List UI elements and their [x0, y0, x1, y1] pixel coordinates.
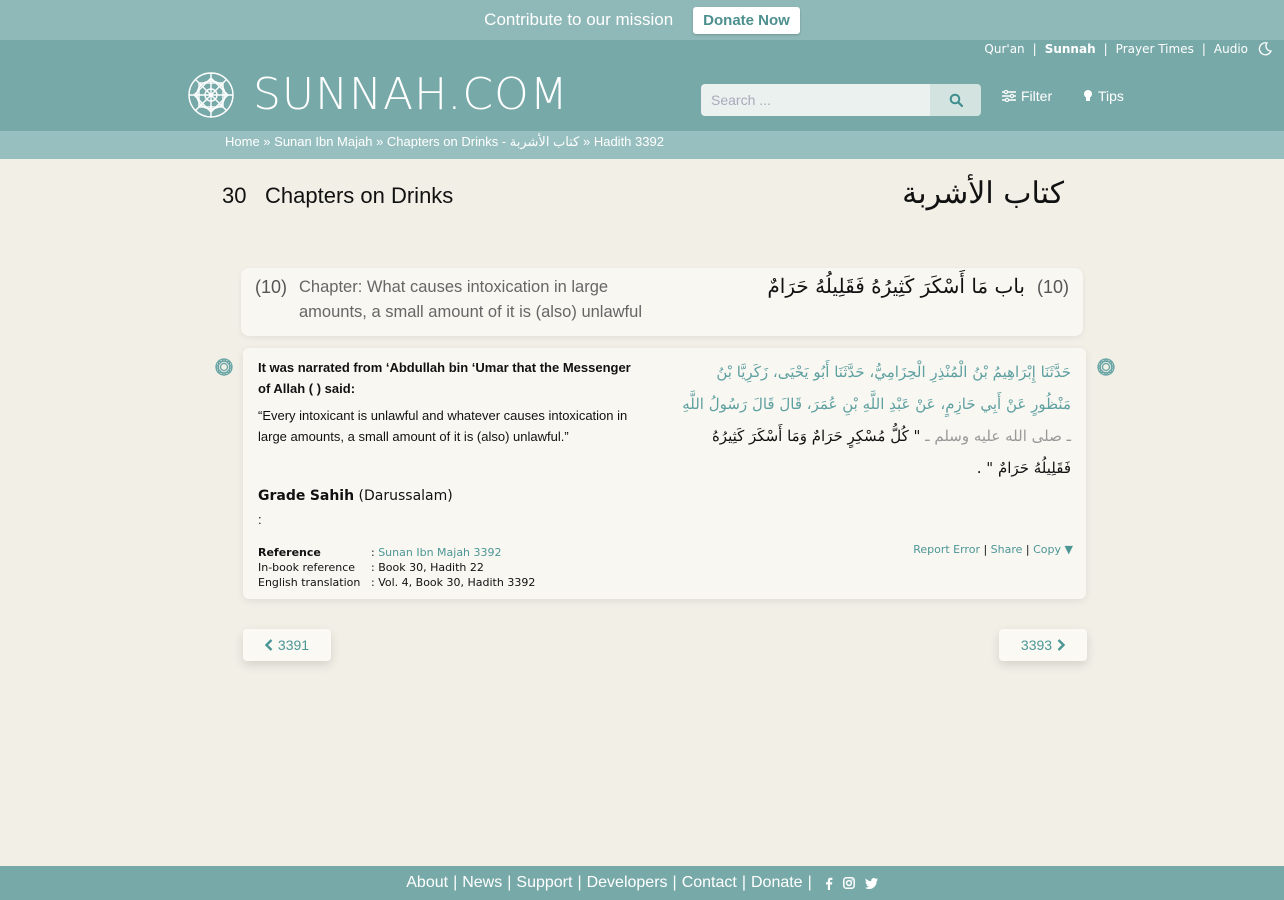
breadcrumb-bar: Home » Sunan Ibn Majah » Chapters on Dri… [0, 131, 1284, 159]
arabic-chain: حَدَّثَنَا إِبْرَاهِيمُ بْنُ الْمُنْذِرِ… [682, 363, 1071, 413]
logo-text: SUNNAH.COM [253, 69, 569, 120]
hadith-card: It was narrated from ‘Abdullah bin ‘Umar… [243, 348, 1086, 599]
footer-donate-link[interactable]: Donate [751, 874, 803, 892]
search-bar [701, 84, 981, 116]
nav-audio-link[interactable]: Audio [1214, 42, 1248, 56]
donate-banner: Contribute to our mission Donate Now [0, 0, 1284, 40]
inbook-reference-label: In-book reference [258, 561, 356, 574]
chapter-number-arabic: (10) [1036, 277, 1069, 297]
previous-hadith-number: 3391 [277, 637, 310, 653]
grade-label: Grade [258, 488, 306, 504]
filter-button[interactable]: Filter [1002, 88, 1052, 104]
breadcrumb-book[interactable]: Chapters on Drinks - كتاب الأشربة [387, 134, 579, 149]
grade-source: (Darussalam) [358, 488, 453, 504]
moon-icon[interactable] [1258, 42, 1272, 56]
hadith-actions: Report Error | Share | Copy ▼ [913, 543, 1073, 556]
english-translation-label: English translation [258, 576, 361, 589]
chapter-card: (10) Chapter: What causes intoxication i… [241, 268, 1083, 336]
site-footer: About | News | Support | Developers | Contac… [0, 866, 1284, 900]
breadcrumb-hadith: Hadith 3392 [593, 134, 664, 149]
copy-link[interactable]: Copy ▼ [1033, 543, 1073, 556]
lightbulb-icon [1084, 90, 1092, 101]
previous-hadith-button[interactable]: 3391 [243, 629, 331, 661]
tips-label: Tips [1098, 88, 1124, 104]
report-error-link[interactable]: Report Error [913, 543, 980, 556]
footer-contact-link[interactable]: Contact [682, 874, 737, 892]
book-title-arabic: كتاب الأشربة [902, 176, 1064, 211]
site-logo[interactable]: SUNNAH.COM [186, 70, 569, 120]
nav-prayer-times-link[interactable]: Prayer Times [1116, 42, 1194, 56]
chapter-number: (10) [255, 277, 288, 297]
footer-developers-link[interactable]: Developers [587, 874, 668, 892]
right-ornament-icon [1097, 358, 1115, 376]
top-nav: Qur'an | Sunnah | Prayer Times | Audio [984, 42, 1272, 56]
search-input[interactable] [701, 84, 930, 116]
site-header: Qur'an | Sunnah | Prayer Times | Audio S… [0, 40, 1284, 131]
breadcrumb-home[interactable]: Home [225, 134, 260, 149]
logo-ornament-icon [188, 72, 234, 118]
grade-value: Sahih [309, 488, 355, 504]
reference-link[interactable]: Sunan Ibn Majah 3392 [378, 545, 501, 560]
next-hadith-number: 3393 [1020, 637, 1053, 653]
donate-text: Contribute to our mission [484, 10, 674, 29]
chapter-title: Chapter: What causes intoxication in lar… [299, 278, 642, 321]
nav-sunnah-link[interactable]: Sunnah [1045, 42, 1096, 56]
chevron-left-icon [264, 639, 273, 651]
book-title: Chapters on Drinks [265, 183, 454, 208]
grade-extra: : [258, 512, 262, 527]
inbook-reference-value: Book 30, Hadith 22 [378, 561, 484, 574]
reference-table: Reference : Sunan Ibn Majah 3392 In-book… [258, 545, 536, 589]
social-links [825, 877, 878, 890]
next-hadith-button[interactable]: 3393 [999, 629, 1087, 661]
tips-button[interactable]: Tips [1083, 88, 1124, 104]
chevron-right-icon [1057, 639, 1066, 651]
breadcrumb: Home » Sunan Ibn Majah » Chapters on Dri… [225, 134, 664, 149]
breadcrumb-collection[interactable]: Sunan Ibn Majah [274, 134, 372, 149]
caret-down-icon: ▼ [1064, 543, 1073, 556]
arabic-honorific: ـ صلى الله عليه وسلم ـ [920, 427, 1071, 445]
english-translation-value: Vol. 4, Book 30, Hadith 3392 [378, 576, 536, 589]
filter-icon [1002, 90, 1016, 102]
share-link[interactable]: Share [991, 543, 1023, 556]
search-button[interactable] [930, 84, 981, 116]
filter-label: Filter [1021, 88, 1053, 104]
facebook-icon[interactable] [825, 877, 833, 890]
chapter-title-arabic: باب مَا أَسْكَرَ كَثِيرُهُ فَقَلِيلُهُ ح… [767, 274, 1025, 298]
twitter-icon[interactable] [864, 877, 878, 889]
instagram-icon[interactable] [842, 877, 855, 889]
left-ornament-icon [215, 358, 233, 376]
footer-about-link[interactable]: About [406, 874, 448, 892]
book-number: 30 [222, 183, 247, 208]
donate-now-button[interactable]: Donate Now [693, 6, 800, 34]
hadith-arabic-text: حَدَّثَنَا إِبْرَاهِيمُ بْنُ الْمُنْذِرِ… [681, 356, 1071, 484]
footer-news-link[interactable]: News [462, 874, 502, 892]
hadith-narrator: It was narrated from ‘Abdullah bin ‘Umar… [258, 360, 631, 396]
hadith-grade: Grade Sahih (Darussalam) [258, 488, 453, 504]
footer-support-link[interactable]: Support [516, 874, 572, 892]
reference-label: Reference [258, 546, 321, 559]
search-icon [949, 93, 963, 107]
hadith-english-text: “Every intoxicant is unlawful and whatev… [258, 408, 628, 444]
nav-quran-link[interactable]: Qur'an [984, 42, 1024, 56]
